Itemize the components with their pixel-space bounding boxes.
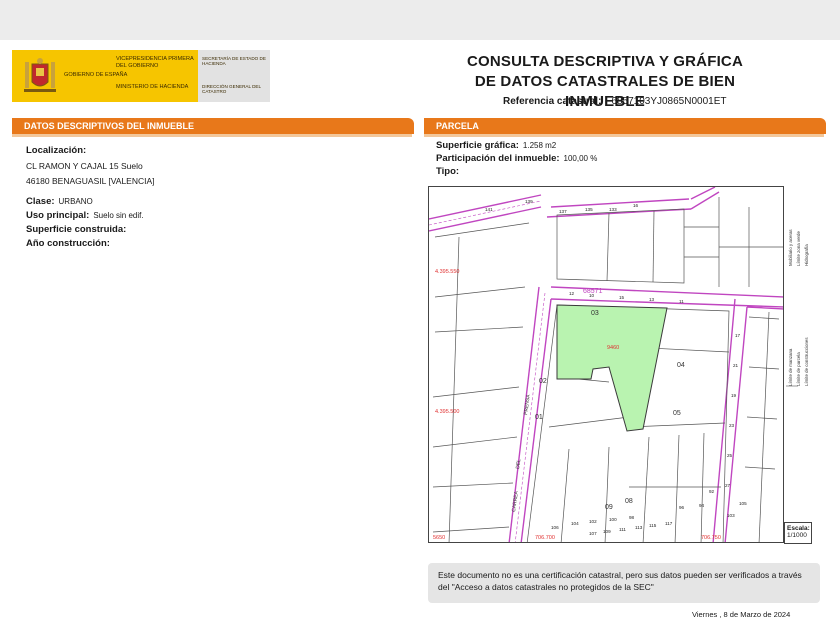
street-number: 15 bbox=[619, 295, 625, 300]
verification-note: Este documento no es una certificación c… bbox=[428, 563, 820, 603]
logo-yellow-panel: GOBIERNO DE ESPAÑA VICEPRESIDENCIA PRIME… bbox=[12, 50, 198, 102]
street-number: 13 bbox=[649, 297, 655, 302]
corner-label: 5650 bbox=[433, 535, 445, 541]
street-number: 133 bbox=[609, 207, 617, 212]
section-bar-descriptive-underline bbox=[12, 134, 412, 137]
street-label-carrea: CARREA bbox=[511, 490, 520, 512]
document-date: Viernes , 8 de Marzo de 2024 bbox=[692, 610, 791, 619]
plot-label-09: 09 bbox=[605, 504, 613, 511]
street-number: 21 bbox=[733, 363, 739, 368]
superficie-grafica-field: Superficie gráfica: 1.258 m2 bbox=[436, 140, 557, 151]
street-number: 105 bbox=[739, 501, 747, 506]
street-number: 135 bbox=[585, 207, 593, 212]
participacion-field: Participación del inmueble: 100,00 % bbox=[436, 153, 598, 164]
anio-field: Año construcción: bbox=[26, 238, 110, 249]
street-number: 17 bbox=[735, 333, 741, 338]
legend-item-zona-verde: Límite zona verde bbox=[796, 231, 801, 266]
superficie-field: Superficie construida: bbox=[26, 224, 127, 235]
legend-item-construcciones: Límite de construcciones bbox=[804, 337, 809, 386]
document-sheet: GOBIERNO DE ESPAÑA VICEPRESIDENCIA PRIME… bbox=[0, 40, 840, 630]
street-number: 115 bbox=[649, 523, 657, 528]
cadastral-map[interactable]: 03 04 02 01 05 09 08 68571 PRENSA DEL CA… bbox=[428, 186, 784, 543]
parcel-label: 9460 bbox=[607, 345, 619, 351]
localizacion-label: Localización: bbox=[26, 145, 87, 156]
participacion-value: 100,00 % bbox=[563, 154, 598, 163]
section-title-descriptive: DATOS DESCRIPTIVOS DEL INMUEBLE bbox=[24, 121, 195, 131]
coord-x2: 706.750 bbox=[701, 535, 721, 541]
uso-field: Uso principal: Suelo sin edif. bbox=[26, 210, 144, 221]
plot-label-05: 05 bbox=[673, 410, 681, 417]
street-number: 12 bbox=[569, 291, 575, 296]
street-number: 92 bbox=[709, 489, 715, 494]
section-bar-descriptive: DATOS DESCRIPTIVOS DEL INMUEBLE bbox=[12, 118, 414, 134]
street-number: 107 bbox=[589, 531, 597, 536]
street-number: 113 bbox=[635, 525, 643, 530]
street-number: 139 bbox=[525, 199, 533, 204]
street-number: 96 bbox=[679, 505, 685, 510]
street-number: 117 bbox=[665, 521, 673, 526]
street-number: 10 bbox=[589, 293, 595, 298]
logo-ministerio-text: MINISTERIO DE HACIENDA bbox=[116, 84, 189, 90]
street-number: 94 bbox=[699, 503, 705, 508]
street-number: 109 bbox=[603, 529, 611, 534]
street-number: 141 bbox=[485, 207, 493, 212]
map-drawing: 03 04 02 01 05 09 08 68571 PRENSA DEL CA… bbox=[429, 187, 783, 542]
highlighted-parcel[interactable] bbox=[556, 304, 668, 432]
plot-label-08: 08 bbox=[625, 498, 633, 505]
logo-direccion-text: DIRECCIÓN GENERAL DEL CATASTRO bbox=[202, 84, 261, 95]
coord-y1: 4.395.550 bbox=[435, 269, 459, 275]
plot-label-03: 03 bbox=[591, 310, 599, 317]
logo-gobierno-text: GOBIERNO DE ESPAÑA bbox=[64, 72, 128, 78]
legend-item-hidrografia: Hidrografía bbox=[804, 244, 809, 266]
coord-x1: 706.700 bbox=[535, 535, 555, 541]
street-label-del: DEL bbox=[515, 459, 522, 470]
street-number: 98 bbox=[629, 515, 635, 520]
logo-gray-panel: SECRETARÍA DE ESTADO DE HACIENDA DIRECCI… bbox=[198, 50, 270, 102]
section-bar-parcela: PARCELA bbox=[424, 118, 826, 134]
street-number: 137 bbox=[559, 209, 567, 214]
tipo-field: Tipo: bbox=[436, 166, 460, 177]
street-number: 104 bbox=[571, 521, 579, 526]
street-number: 19 bbox=[731, 393, 737, 398]
section-title-parcela: PARCELA bbox=[436, 121, 479, 131]
clase-value: URBANO bbox=[58, 197, 93, 206]
street-number: 11 bbox=[679, 299, 684, 304]
plot-label-04: 04 bbox=[677, 362, 685, 369]
street-number: 106 bbox=[551, 525, 559, 530]
map-legend: Límite de manzana Límite de parcela Lími… bbox=[784, 186, 824, 522]
address-line-1: CL RAMON Y CAJAL 15 Suelo bbox=[26, 161, 143, 171]
ref-value: 6857103YJ0865N0001ET bbox=[611, 96, 727, 107]
scale-box: Escala: 1/1000 bbox=[784, 522, 812, 544]
coord-y2: 4.395.500 bbox=[435, 409, 459, 415]
cadastral-reference: Referencia catastral: 6857103YJ0865N0001E… bbox=[503, 96, 726, 107]
title-line-1: CONSULTA DESCRIPTIVA Y GRÁFICA bbox=[466, 53, 743, 70]
legend-item-mobiliario: Mobiliario y aceras bbox=[788, 229, 793, 266]
street-number: 27 bbox=[725, 483, 731, 488]
plot-label-02: 02 bbox=[539, 378, 547, 385]
superficie-grafica-value: 1.258 m2 bbox=[522, 141, 557, 150]
scale-value: 1/1000 bbox=[787, 532, 807, 539]
plot-label-01: 01 bbox=[535, 414, 543, 421]
street-label-prensa: PRENSA bbox=[523, 393, 532, 415]
scale-label: Escala: bbox=[787, 525, 810, 532]
logo-secretaria-text: SECRETARÍA DE ESTADO DE HACIENDA bbox=[202, 56, 266, 67]
legend-item-parcela: Límite de parcela bbox=[796, 352, 801, 386]
street-number: 23 bbox=[729, 423, 735, 428]
address-line-2: 46180 BENAGUASIL [VALENCIA] bbox=[26, 176, 155, 186]
street-number: 100 bbox=[609, 517, 617, 522]
clase-field: Clase: URBANO bbox=[26, 196, 93, 207]
street-number: 102 bbox=[589, 519, 597, 524]
uso-value: Suelo sin edif. bbox=[93, 211, 144, 220]
street-number: 111 bbox=[619, 527, 626, 532]
section-bar-parcela-underline bbox=[424, 134, 824, 137]
street-number: 25 bbox=[727, 453, 733, 458]
government-logo: GOBIERNO DE ESPAÑA VICEPRESIDENCIA PRIME… bbox=[12, 50, 270, 102]
street-number: 16 bbox=[633, 203, 639, 208]
logo-vicepresidencia-text: VICEPRESIDENCIA PRIMERA DEL GOBIERNO bbox=[116, 56, 194, 69]
coat-of-arms-icon bbox=[24, 58, 56, 92]
street-number: 103 bbox=[727, 513, 735, 518]
ref-label: Referencia catastral: bbox=[503, 96, 602, 107]
legend-item-manzana: Límite de manzana bbox=[788, 348, 793, 386]
